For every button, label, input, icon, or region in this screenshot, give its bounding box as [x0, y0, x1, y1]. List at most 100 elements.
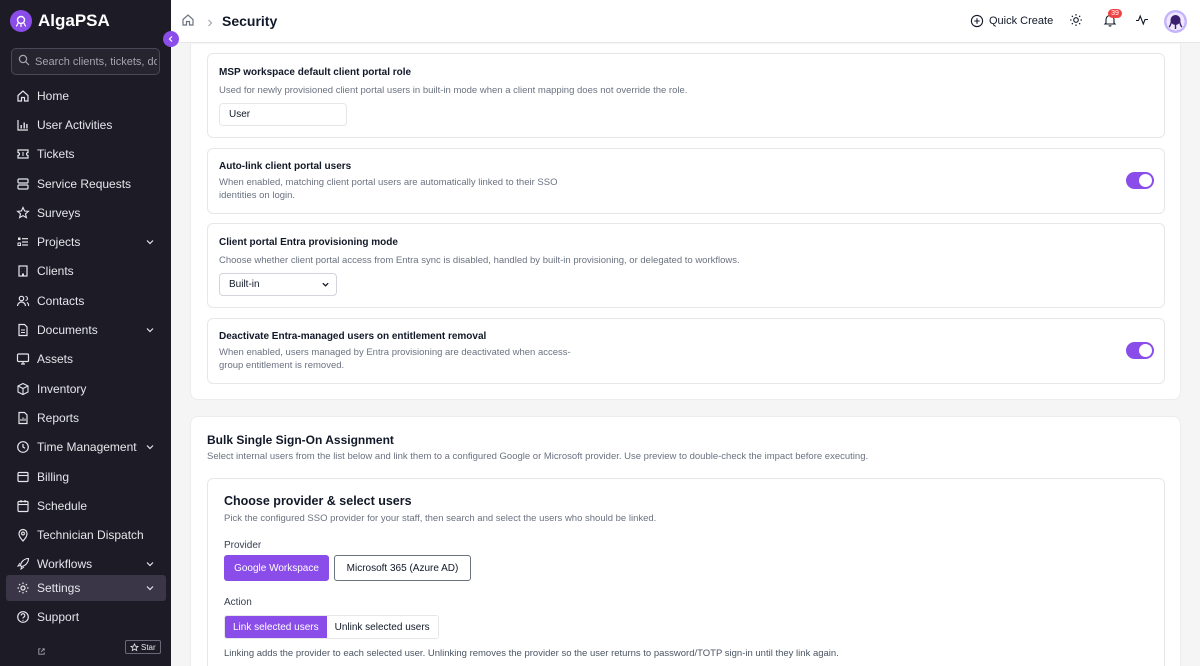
external-link-icon[interactable] [37, 643, 46, 661]
sidebar-item-label: Settings [37, 581, 81, 595]
sidebar-item-label: Time Management [37, 440, 137, 454]
provider-google-button[interactable]: Google Workspace [224, 555, 329, 581]
collapse-sidebar-button[interactable] [163, 31, 179, 47]
action-note: Linking adds the provider to each select… [224, 648, 839, 659]
sidebar-item-contacts[interactable]: Contacts [6, 288, 166, 314]
clock-icon [17, 441, 29, 453]
sidebar-item-settings[interactable]: Settings [6, 575, 166, 601]
search-input[interactable] [35, 55, 157, 68]
sidebar-item-label: Tickets [37, 147, 75, 161]
sidebar: AlgaPSA Home User Activities Tickets Ser… [0, 0, 171, 666]
action-label: Action [224, 597, 252, 608]
deactivate-setting: Deactivate Entra-managed users on entitl… [207, 318, 1165, 384]
sidebar-item-documents[interactable]: Documents [6, 317, 166, 343]
rocket-icon [16, 557, 30, 571]
provider-label: Provider [224, 540, 262, 551]
sidebar-item-user-activities[interactable]: User Activities [6, 112, 166, 138]
action-segmented-control: Link selected users Unlink selected user… [224, 615, 439, 639]
map-pin-icon [18, 528, 28, 542]
sun-icon[interactable] [1069, 13, 1083, 32]
sidebar-item-label: Support [37, 610, 80, 624]
unlink-selected-users-button[interactable]: Unlink selected users [326, 616, 438, 638]
activity-icon[interactable] [1135, 13, 1149, 32]
setting-description-cont: group entitlement is removed. [219, 360, 345, 371]
sidebar-item-surveys[interactable]: Surveys [6, 200, 166, 226]
sidebar-item-label: Projects [37, 235, 81, 249]
section-title: Bulk Single Sign-On Assignment [207, 433, 394, 447]
setting-description: When enabled, users managed by Entra pro… [219, 347, 571, 358]
document-icon [18, 323, 28, 337]
sidebar-item-reports[interactable]: Reports [6, 405, 166, 431]
client-portal-settings-panel: MSP workspace default client portal role… [190, 44, 1181, 400]
provisioning-mode-select[interactable]: Built-in [219, 273, 337, 296]
gear-icon [17, 582, 29, 594]
sidebar-item-label: Home [37, 89, 70, 103]
sidebar-item-label: Reports [37, 411, 80, 425]
sidebar-item-clients[interactable]: Clients [6, 258, 166, 284]
auto-link-setting: Auto-link client portal users When enabl… [207, 148, 1165, 214]
provider-selection-card: Choose provider & select users Pick the … [207, 478, 1165, 666]
sidebar-item-label: Billing [37, 470, 70, 484]
sidebar-item-time-management[interactable]: Time Management [6, 434, 166, 460]
top-header: Security Quick Create 39 [171, 0, 1200, 43]
search-icon [18, 53, 30, 71]
setting-title: Client portal Entra provisioning mode [219, 237, 398, 248]
sidebar-item-label: Clients [37, 264, 74, 278]
sidebar-item-assets[interactable]: Assets [6, 346, 166, 372]
sidebar-item-tickets[interactable]: Tickets [6, 141, 166, 167]
sidebar-footer: Star [0, 634, 171, 662]
user-avatar[interactable] [1164, 10, 1187, 33]
sidebar-item-label: User Activities [37, 118, 113, 132]
chevron-right-icon [206, 15, 214, 33]
setting-title: MSP workspace default client portal role [219, 67, 412, 78]
quick-create-label: Quick Create [989, 15, 1054, 27]
sidebar-search[interactable] [11, 48, 160, 75]
card-title: Choose provider & select users [224, 494, 412, 508]
sidebar-item-technician-dispatch[interactable]: Technician Dispatch [6, 522, 166, 548]
calendar-icon [17, 500, 29, 513]
sidebar-item-service-requests[interactable]: Service Requests [6, 171, 166, 197]
card-description: Pick the configured SSO provider for you… [224, 513, 657, 524]
chevron-left-icon [168, 36, 173, 42]
chevron-down-icon [146, 328, 154, 333]
service-requests-icon [17, 178, 29, 190]
sidebar-item-label: Surveys [37, 206, 81, 220]
receipt-icon [17, 471, 29, 483]
setting-title: Auto-link client portal users [219, 161, 352, 172]
toggle-knob [1139, 344, 1152, 357]
chevron-down-icon [146, 240, 154, 245]
projects-icon [17, 237, 28, 246]
star-icon [16, 206, 30, 219]
sidebar-item-label: Contacts [37, 294, 85, 308]
ticket-icon [17, 149, 29, 159]
sidebar-item-home[interactable]: Home [6, 83, 166, 109]
sidebar-item-billing[interactable]: Billing [6, 464, 166, 490]
setting-description: Used for newly provisioned client portal… [219, 85, 688, 96]
provider-microsoft-button[interactable]: Microsoft 365 (Azure AD) [334, 555, 471, 581]
sidebar-item-label: Assets [37, 352, 74, 366]
sidebar-item-workflows[interactable]: Workflows [6, 551, 166, 577]
deactivate-toggle[interactable] [1126, 342, 1154, 359]
sidebar-item-schedule[interactable]: Schedule [6, 493, 166, 519]
default-role-input[interactable] [219, 103, 347, 126]
star-icon [130, 642, 139, 651]
sidebar-item-support[interactable]: Support [6, 604, 166, 630]
chevron-down-icon [322, 282, 329, 287]
breadcrumb-home-icon[interactable] [181, 13, 195, 32]
toggle-knob [1139, 174, 1152, 187]
select-value: Built-in [229, 279, 260, 290]
sidebar-item-projects[interactable]: Projects [6, 229, 166, 255]
home-icon [17, 90, 29, 102]
brand[interactable]: AlgaPSA [10, 10, 110, 32]
auto-link-toggle[interactable] [1126, 172, 1154, 189]
sidebar-item-inventory[interactable]: Inventory [6, 376, 166, 402]
quick-create-button[interactable]: Quick Create [970, 13, 1053, 29]
setting-title: Deactivate Entra-managed users on entitl… [219, 331, 487, 342]
box-icon [17, 382, 29, 396]
report-icon [18, 411, 28, 425]
setting-description: When enabled, matching client portal use… [219, 177, 558, 188]
section-description: Select internal users from the list belo… [207, 451, 869, 462]
sidebar-item-label: Workflows [37, 557, 93, 571]
github-star-button[interactable]: Star [125, 640, 161, 654]
link-selected-users-button[interactable]: Link selected users [225, 616, 327, 638]
